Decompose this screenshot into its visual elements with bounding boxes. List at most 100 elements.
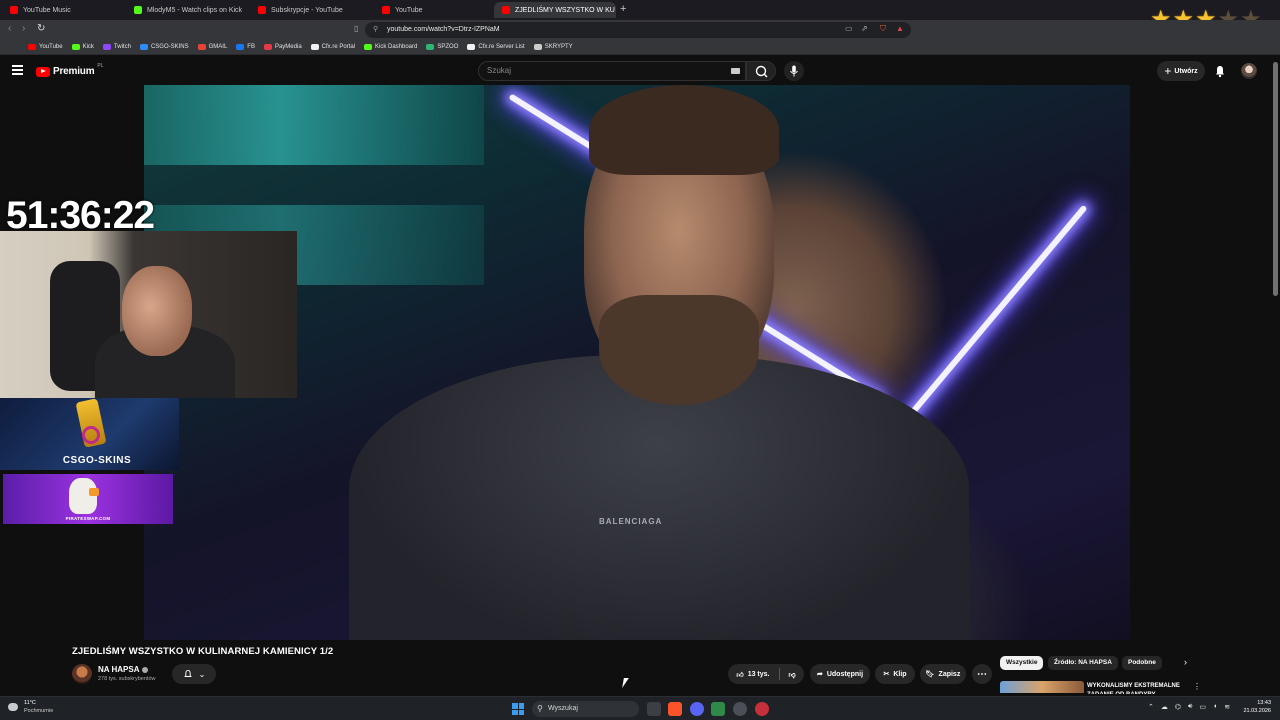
chip-all[interactable]: Wszystkie	[1000, 656, 1044, 670]
tab-youtube[interactable]: YouTube	[374, 2, 494, 18]
brave-shield-icon[interactable]: ⛉	[880, 24, 886, 34]
hamburger-menu-icon[interactable]	[12, 65, 23, 75]
more-vertical-icon[interactable]: ⋮	[1193, 682, 1201, 691]
bookmark-favicon-icon	[139, 44, 148, 50]
wifi-icon[interactable]: ≋	[1224, 703, 1230, 711]
clip-button[interactable]: ✂ Klip	[875, 664, 915, 684]
network-icon[interactable]: ⌬	[1175, 703, 1181, 711]
chip-from-channel[interactable]: Źródło: NA HAPSA	[1048, 656, 1118, 670]
tab-current-video[interactable]: ZJEDLIŚMY WSZYSTKO W KU ✕	[494, 2, 616, 18]
back-icon[interactable]: ‹	[8, 23, 11, 34]
youtube-premium-logo[interactable]: Premium PL	[36, 63, 104, 77]
bookmark-label: Cfx.re Server List	[478, 44, 525, 50]
bookmark-item[interactable]: Kick	[71, 44, 94, 50]
cloud-icon[interactable]	[8, 703, 18, 711]
cloud-sync-icon[interactable]: ☁	[1161, 703, 1168, 711]
share-page-icon[interactable]: ⇗	[861, 24, 868, 33]
windows-start-icon[interactable]	[512, 703, 524, 715]
chevron-up-icon[interactable]: ⌃	[1148, 703, 1154, 711]
bookmark-favicon-icon	[102, 44, 111, 50]
reload-icon[interactable]: ↻	[37, 23, 45, 34]
keyboard-icon[interactable]	[731, 68, 740, 74]
channel-name[interactable]: NA HAPSA	[98, 665, 149, 674]
bookmark-item[interactable]: Cfx.re Portal	[310, 44, 355, 50]
scissors-icon: ✂	[883, 671, 890, 678]
bookmark-item[interactable]: CSGO-SKINS	[139, 44, 189, 50]
obs-icon[interactable]	[733, 702, 747, 716]
kick-icon	[134, 6, 142, 14]
bookmark-item[interactable]: Twitch	[102, 44, 131, 50]
screen-icon[interactable]: ▭	[845, 24, 853, 33]
bookmark-favicon-icon	[364, 44, 372, 50]
speaker-icon[interactable]: ◖	[1213, 703, 1217, 711]
notifications-bell-icon[interactable]	[1213, 64, 1227, 78]
volume-icon[interactable]: 🔊︎	[1188, 703, 1192, 711]
voice-search-button[interactable]	[784, 61, 804, 81]
bookmark-item[interactable]: PayMedia	[263, 44, 302, 50]
bookmark-icon[interactable]: ▯	[354, 24, 358, 33]
share-button[interactable]: ➦ Udostępnij	[810, 664, 870, 684]
video-scene-person-beard	[599, 295, 759, 405]
clock-time[interactable]: 13:43	[1241, 700, 1271, 706]
bell-icon	[183, 669, 192, 677]
bookmark-item[interactable]: FB	[236, 44, 255, 50]
user-avatar[interactable]	[1241, 63, 1257, 79]
weather-description[interactable]: Pochmurnie	[24, 708, 53, 714]
weather-temperature[interactable]: 11°C	[24, 700, 36, 706]
like-button[interactable]: 👍︎ 13 tys.	[736, 670, 769, 679]
search-input[interactable]: Szukaj	[478, 61, 746, 81]
tab-youtube-music[interactable]: YouTube Music	[2, 2, 124, 18]
mascot-graphic	[69, 478, 97, 514]
bookmark-favicon-icon	[236, 44, 245, 50]
taskbar-search[interactable]: ⚲ Wyszukaj	[532, 701, 639, 717]
site-info-icon[interactable]: ⚲	[373, 22, 378, 38]
bookmark-item[interactable]: Cfx.re Server List	[467, 44, 525, 50]
recommended-video-title[interactable]: WYKONALIŚMY EKSTREMALNE ZADANIE OD BANDY…	[1087, 682, 1191, 694]
app-icon[interactable]	[755, 702, 769, 716]
divider	[778, 668, 780, 680]
mascot-beak-graphic	[89, 488, 99, 496]
chevron-right-icon[interactable]: ›	[1184, 657, 1187, 667]
url-field[interactable]: ⚲ youtube.com/watch?v=Dtrz-IZPNaM	[365, 22, 911, 38]
bookmark-label: YouTube	[39, 44, 63, 50]
bookmark-item[interactable]: SPZOO	[426, 44, 458, 50]
channel-avatar[interactable]	[72, 664, 92, 684]
forward-icon[interactable]: ›	[22, 23, 25, 34]
youtube-music-icon	[10, 6, 18, 14]
task-view-icon[interactable]	[647, 702, 661, 716]
discord-icon[interactable]	[690, 702, 704, 716]
new-tab-button[interactable]: +	[620, 3, 626, 15]
tab-kick-clips[interactable]: MlodyM5 - Watch clips on Kick	[126, 2, 248, 18]
youtube-header: Premium PL Szukaj + Utwórz	[0, 56, 1280, 86]
dislike-button[interactable]: 👎︎	[789, 670, 796, 679]
brave-browser-icon[interactable]	[668, 702, 682, 716]
recommended-video-thumbnail[interactable]	[1000, 681, 1084, 693]
webcam-scene-person-head	[122, 266, 192, 356]
bookmark-favicon-icon	[197, 44, 206, 50]
save-button[interactable]: 🔖︎ Zapisz	[920, 664, 966, 684]
page-scrollbar[interactable]	[1273, 62, 1278, 296]
clock-date[interactable]: 21.03.2026	[1241, 708, 1271, 714]
tab-subscriptions[interactable]: Subskrypcje - YouTube	[250, 2, 372, 18]
ring-graphic	[82, 426, 100, 444]
excel-icon[interactable]	[711, 702, 725, 716]
chevron-down-icon: ⌄	[198, 669, 206, 679]
bookmark-label: SPZOO	[437, 44, 459, 50]
bookmarks-bar: YouTube Kick Twitch CSGO-SKINS GMAIL FB PayMed…	[0, 40, 1280, 55]
bookmark-item[interactable]: SKRYPTY	[533, 44, 573, 50]
search-button[interactable]	[746, 61, 776, 81]
create-button[interactable]: + Utwórz	[1157, 61, 1205, 81]
subscriber-count: 278 tys. subskrybentów	[98, 676, 156, 682]
subscription-notifications-button[interactable]: ⌄	[172, 664, 216, 684]
bookmark-item[interactable]: YouTube	[28, 44, 63, 50]
shirt-logo-text: BALENCIAGA	[599, 517, 663, 526]
windows-taskbar: 11°C Pochmurnie ⚲ Wyszukaj ⌃ ☁ ⌬ 🔊︎ ▭ ◖ …	[0, 696, 1280, 720]
more-actions-button[interactable]: ⋯	[972, 664, 992, 684]
address-bar-row: ‹ › ↻ ▯ ⚲ youtube.com/watch?v=Dtrz-IZPNa…	[0, 20, 1280, 40]
rewards-icon[interactable]: ▲	[896, 24, 904, 33]
search-icon: ⚲	[537, 704, 543, 713]
chip-similar[interactable]: Podobne	[1122, 656, 1162, 670]
display-icon[interactable]: ▭	[1199, 703, 1206, 711]
bookmark-item[interactable]: GMAIL	[197, 44, 227, 50]
bookmark-item[interactable]: Kick Dashboard	[364, 44, 417, 50]
